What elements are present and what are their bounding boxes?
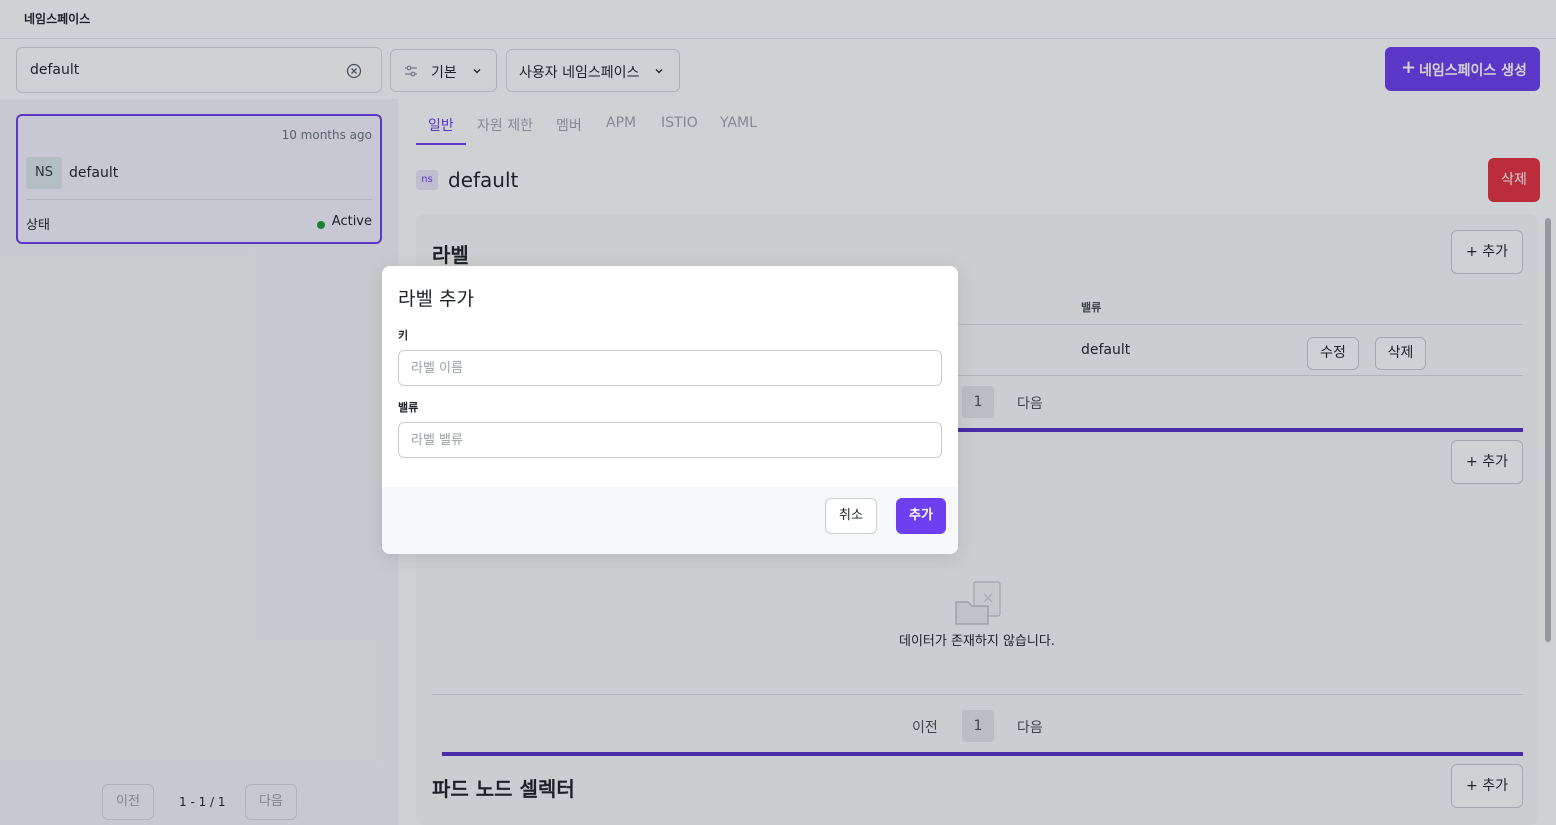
key-input[interactable] bbox=[398, 350, 942, 386]
cancel-button[interactable]: 취소 bbox=[825, 498, 877, 534]
modal-title: 라벨 추가 bbox=[398, 288, 474, 310]
submit-button[interactable]: 추가 bbox=[896, 498, 946, 534]
value-field-label: 밸류 bbox=[398, 401, 419, 414]
value-input[interactable] bbox=[398, 422, 942, 458]
add-label-modal: 라벨 추가 키 밸류 취소 추가 bbox=[382, 266, 958, 554]
key-field-label: 키 bbox=[398, 329, 409, 342]
